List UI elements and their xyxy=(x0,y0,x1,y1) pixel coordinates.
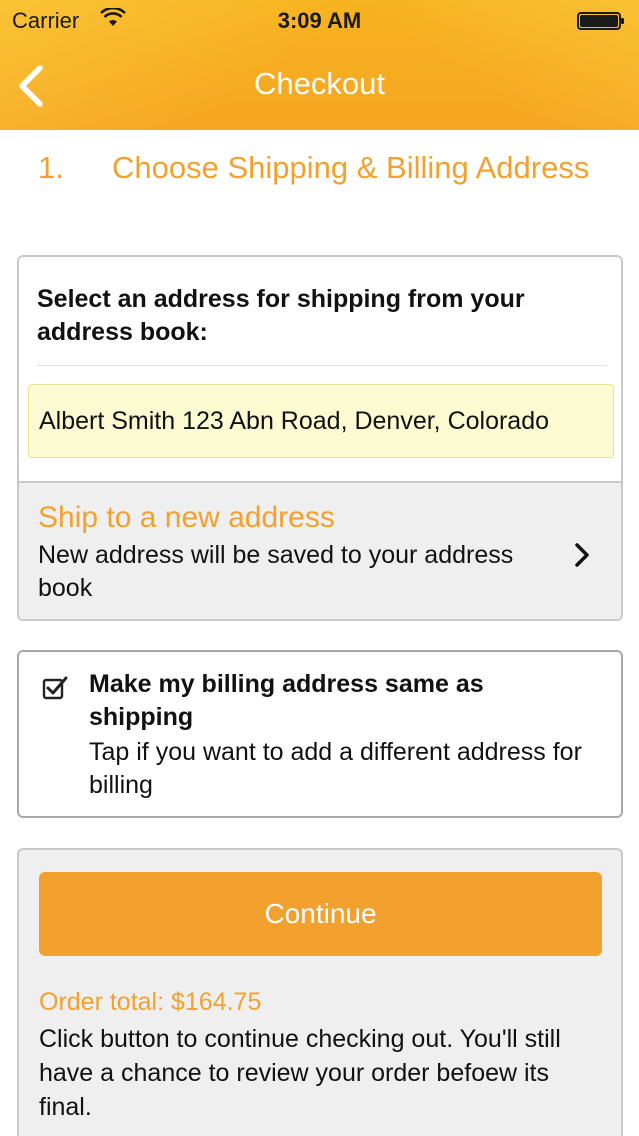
order-summary-card: Continue Order total: $164.75 Click butt… xyxy=(17,848,623,1136)
shipping-address-card: Select an address for shipping from your… xyxy=(17,255,623,621)
continue-button[interactable]: Continue xyxy=(39,872,602,956)
divider xyxy=(37,365,607,366)
nav-header: Carrier 3:09 AM Checkout xyxy=(0,0,639,130)
order-total: Order total: $164.75 xyxy=(39,988,262,1016)
ship-to-new-address-row[interactable]: Ship to a new address New address will b… xyxy=(19,481,621,619)
checkbox-checked-icon[interactable] xyxy=(41,674,69,702)
billing-title: Make my billing address same as shipping xyxy=(89,670,484,731)
new-address-subtitle: New address will be saved to your addres… xyxy=(38,541,514,602)
saved-address-option[interactable]: Albert Smith 123 Abn Road, Denver, Color… xyxy=(28,384,614,458)
order-note: Click button to continue checking out. Y… xyxy=(39,1025,561,1121)
chevron-right-icon xyxy=(575,543,589,567)
address-book-label: Select an address for shipping from your… xyxy=(37,285,525,346)
billing-same-as-shipping-toggle[interactable]: Make my billing address same as shipping… xyxy=(17,650,623,818)
battery-icon xyxy=(577,12,624,30)
new-address-title: Ship to a new address xyxy=(38,501,335,534)
clock-time: 3:09 AM xyxy=(277,8,362,33)
status-bar: Carrier 3:09 AM xyxy=(0,0,639,40)
step-number: 1. xyxy=(38,150,64,185)
step-title: Choose Shipping & Billing Address xyxy=(112,150,590,185)
billing-subtitle: Tap if you want to add a different addre… xyxy=(89,738,582,799)
page-title: Checkout xyxy=(254,66,385,101)
